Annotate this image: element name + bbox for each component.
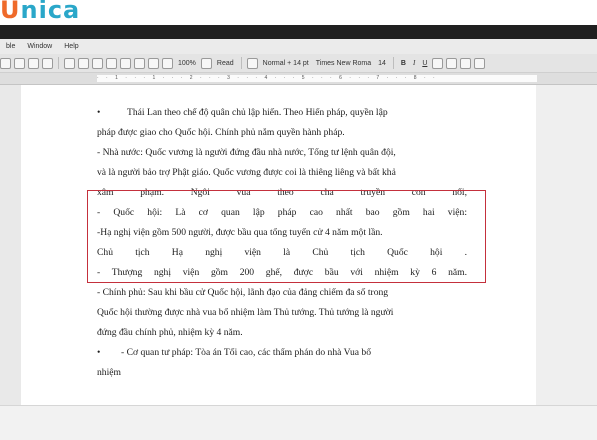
unica-logo: Unica [0, 0, 81, 24]
document-line-text: đứng đầu chính phủ, nhiệm kỳ 4 năm. [97, 327, 243, 338]
document-line: đứng đầu chính phủ, nhiệm kỳ 4 năm. [97, 323, 467, 343]
columns-icon[interactable] [120, 57, 131, 69]
document-line: pháp được giao cho Quốc hội. Chính phủ n… [97, 123, 467, 143]
underline-button[interactable]: U [420, 60, 429, 67]
menu-window[interactable]: Window [21, 43, 58, 50]
italic-button[interactable]: I [411, 59, 417, 67]
drawing-icon[interactable] [134, 57, 145, 69]
bold-button[interactable]: B [399, 60, 408, 67]
bullet-icon: • [97, 347, 101, 358]
document-line-text: Thái Lan theo chế độ quân chủ lập hiến. … [127, 107, 388, 118]
align-right-icon[interactable] [460, 57, 472, 69]
justify-icon[interactable] [474, 57, 486, 69]
ruler-scale: · · 1 · · · 1 · · · 2 · · · 3 · · · 4 · … [97, 75, 537, 82]
show-hide-icon[interactable] [162, 57, 173, 69]
bullet-icon: • [97, 107, 101, 118]
font-size-select[interactable]: 14 [376, 60, 388, 67]
menu-help[interactable]: Help [58, 43, 84, 50]
document-line-text: - Cơ quan tư pháp: Tòa án Tối cao, các t… [121, 347, 372, 358]
undo-icon[interactable] [28, 57, 39, 69]
paste-icon[interactable] [0, 57, 11, 69]
document-line: - Chính phủ: Sau khi bầu cử Quốc hội, lã… [97, 283, 467, 303]
document-line-text: pháp được giao cho Quốc hội. Chính phủ n… [97, 127, 345, 138]
document-line-text: và là người bảo trợ Phật giáo. Quốc vươn… [97, 167, 396, 178]
toolbar-separator [240, 57, 242, 69]
help-icon[interactable] [200, 57, 212, 69]
excel-icon[interactable] [106, 57, 117, 69]
insert-table-icon[interactable] [92, 57, 103, 69]
document-line-text: - Nhà nước: Quốc vương là người đứng đầu… [97, 147, 396, 158]
document-line: nhiệm [97, 363, 467, 383]
align-left-icon[interactable] [432, 57, 444, 69]
document-line: • Thái Lan theo chế độ quân chủ lập hiến.… [97, 103, 467, 123]
status-area [0, 405, 597, 440]
document-map-icon[interactable] [148, 57, 159, 69]
highlight-box [87, 190, 486, 283]
read-button[interactable]: Read [215, 60, 236, 67]
formatting-toolbar: 100% Read Normal + 14 pt Times New Roma … [0, 54, 597, 73]
document-line: Quốc hội thường được nhà vua bổ nhiệm là… [97, 303, 467, 323]
zoom-select[interactable]: 100% [176, 60, 198, 67]
align-center-icon[interactable] [446, 57, 458, 69]
format-painter-icon[interactable] [14, 57, 25, 69]
horizontal-ruler: · · 1 · · · 1 · · · 2 · · · 3 · · · 4 · … [0, 73, 597, 85]
redo-icon[interactable] [42, 57, 53, 69]
styles-icon[interactable] [246, 57, 258, 69]
brand-banner: Unica [0, 0, 597, 25]
document-line: • - Cơ quan tư pháp: Tòa án Tối cao, các … [97, 343, 467, 363]
toolbar-separator [58, 57, 59, 69]
document-line: và là người bảo trợ Phật giáo. Quốc vươn… [97, 163, 467, 183]
page-margin-area [536, 85, 597, 405]
menu-bar: ble Window Help [0, 39, 597, 54]
toolbar-separator [392, 57, 394, 69]
document-line-text: - Chính phủ: Sau khi bầu cử Quốc hội, lã… [97, 287, 389, 298]
font-select[interactable]: Times New Roma [314, 60, 373, 67]
menu-table[interactable]: ble [0, 43, 21, 50]
hyperlink-icon[interactable] [64, 57, 75, 69]
document-line-text: nhiệm [97, 367, 121, 378]
style-select[interactable]: Normal + 14 pt [261, 60, 311, 67]
tables-icon[interactable] [78, 57, 89, 69]
document-line-text: Quốc hội thường được nhà vua bổ nhiệm là… [97, 307, 394, 318]
document-line: - Nhà nước: Quốc vương là người đứng đầu… [97, 143, 467, 163]
title-bar [0, 25, 597, 39]
